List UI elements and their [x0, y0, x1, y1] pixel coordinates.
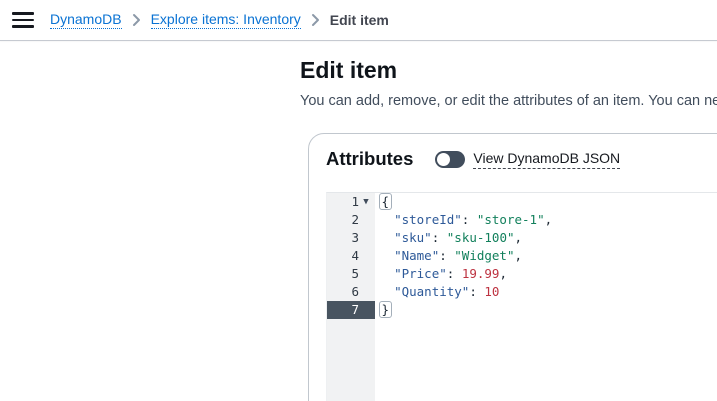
view-dynamodb-json-control[interactable]: View DynamoDB JSON	[435, 150, 621, 169]
token-str: "Widget"	[454, 248, 515, 263]
breadcrumb-bar: DynamoDB Explore items: Inventory Edit i…	[0, 0, 717, 41]
token-punct: ,	[544, 212, 553, 227]
token-punct: :	[439, 248, 455, 263]
breadcrumb: DynamoDB Explore items: Inventory Edit i…	[50, 11, 389, 29]
token-punct: :	[446, 266, 462, 281]
token-key: "sku"	[394, 230, 432, 245]
toggle-knob	[437, 152, 451, 166]
line-number[interactable]: 7	[327, 301, 375, 319]
breadcrumb-current-edit-item: Edit item	[329, 12, 389, 28]
line-number[interactable]: 2	[327, 211, 375, 229]
view-json-toggle[interactable]	[435, 150, 466, 168]
token-key: "storeId"	[394, 212, 462, 227]
token-key: "Name"	[394, 248, 440, 263]
view-json-toggle-label[interactable]: View DynamoDB JSON	[473, 150, 621, 169]
json-code-editor[interactable]: 1 ▼ 2 3 4 5 6 7 { "storeId": "store-1", "sku": …	[326, 192, 717, 401]
hamburger-menu-icon[interactable]	[12, 12, 34, 28]
token-brace: }	[379, 301, 392, 318]
attributes-panel-header: Attributes View DynamoDB JSON	[326, 148, 717, 170]
token-str: "sku-100"	[446, 230, 515, 245]
page-title: Edit item	[300, 57, 398, 83]
token-num: 19.99	[461, 266, 500, 281]
chevron-right-icon	[311, 13, 320, 27]
fold-arrow-icon[interactable]: ▼	[359, 193, 373, 211]
code-line[interactable]: {	[379, 193, 717, 211]
line-number[interactable]: 3	[327, 229, 375, 247]
attributes-title: Attributes	[326, 148, 414, 169]
token-key: "Quantity"	[394, 284, 470, 299]
token-punct: :	[469, 284, 485, 299]
token-str: "store-1"	[476, 212, 545, 227]
token-punct: ,	[514, 248, 523, 263]
main-content: Edit item You can add, remove, or edit t…	[300, 41, 717, 109]
breadcrumb-link-explore-items[interactable]: Explore items: Inventory	[150, 11, 301, 29]
code-line[interactable]: "Price": 19.99,	[379, 265, 717, 283]
page-description: You can add, remove, or edit the attribu…	[300, 93, 717, 109]
attributes-panel: Attributes View DynamoDB JSON 1 ▼ 2 3 4 5 6 7 {…	[308, 133, 717, 401]
code-line[interactable]: "sku": "sku-100",	[379, 229, 717, 247]
token-punct: ,	[514, 230, 523, 245]
breadcrumb-link-dynamodb[interactable]: DynamoDB	[50, 11, 122, 29]
token-brace: {	[379, 193, 392, 210]
editor-code[interactable]: { "storeId": "store-1", "sku": "sku-100"…	[375, 193, 717, 401]
token-punct: ,	[499, 266, 507, 281]
page: DynamoDB Explore items: Inventory Edit i…	[0, 0, 717, 401]
line-number[interactable]: 5	[327, 265, 375, 283]
line-number[interactable]: 4	[327, 247, 375, 265]
code-line[interactable]: "storeId": "store-1",	[379, 211, 717, 229]
line-number[interactable]: 1 ▼	[327, 193, 375, 211]
code-line[interactable]: "Name": "Widget",	[379, 247, 717, 265]
code-line[interactable]: "Quantity": 10	[379, 283, 717, 301]
chevron-right-icon	[132, 13, 141, 27]
line-number[interactable]: 6	[327, 283, 375, 301]
code-line[interactable]: }	[379, 301, 717, 319]
editor-gutter: 1 ▼ 2 3 4 5 6 7	[327, 193, 375, 401]
token-punct: :	[431, 230, 447, 245]
token-punct: :	[461, 212, 477, 227]
token-num: 10	[484, 284, 500, 299]
token-key: "Price"	[394, 266, 447, 281]
